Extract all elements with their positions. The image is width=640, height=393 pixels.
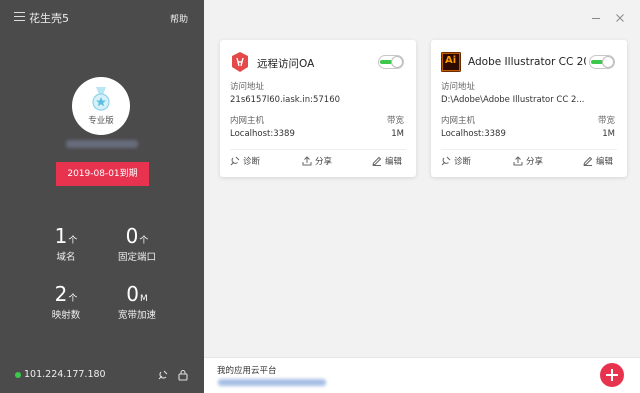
stat-unit: M — [139, 294, 148, 304]
host-label: 内网主机 — [441, 116, 476, 126]
diagnose-icon[interactable] — [157, 369, 169, 381]
edit-label: 编辑 — [596, 157, 614, 167]
stat-unit: 个 — [68, 236, 78, 246]
bandwidth-label: 带宽 — [597, 116, 615, 126]
diagnose-button[interactable]: 诊断 — [230, 155, 260, 167]
stat-value: 2 — [54, 282, 68, 306]
expire-date-button[interactable]: 2019-08-01到期 — [56, 162, 149, 186]
mapping-card[interactable]: 远程访问OA 访问地址 21s6157l60.iask.in:57160 内网主… — [220, 40, 416, 177]
diagnose-icon — [230, 156, 240, 166]
share-icon — [513, 156, 523, 166]
help-link[interactable]: 帮助 — [170, 12, 188, 25]
sidebar-header: 花生壳5 帮助 — [0, 0, 204, 36]
medal-icon — [92, 87, 110, 111]
main-panel: 远程访问OA 访问地址 21s6157l60.iask.in:57160 内网主… — [204, 0, 640, 393]
mapping-toggle[interactable] — [378, 55, 404, 69]
add-mapping-button[interactable] — [600, 363, 624, 387]
stat-label: 域名 — [56, 252, 76, 263]
share-button[interactable]: 分享 — [513, 155, 543, 167]
cloud-platform-label: 我的应用云平台 — [217, 366, 277, 376]
divider — [441, 149, 617, 150]
bandwidth-value: 1M — [391, 129, 404, 139]
divider — [230, 149, 406, 150]
stat-domains[interactable]: 1个 域名 — [31, 224, 101, 263]
share-label: 分享 — [526, 157, 544, 167]
stat-unit: 个 — [68, 294, 78, 304]
card-title: 远程访问OA — [257, 58, 315, 70]
access-label: 访问地址 — [230, 82, 265, 92]
illustrator-app-icon: Ai — [445, 55, 457, 66]
stat-label: 映射数 — [51, 310, 81, 321]
stat-label: 宽带加速 — [117, 310, 156, 321]
app-title: 花生壳5 — [29, 12, 69, 25]
bandwidth-label: 带宽 — [386, 116, 404, 126]
stat-value: 0 — [125, 224, 139, 248]
stat-fixed-ports[interactable]: 0个 固定端口 — [102, 224, 172, 263]
mapping-card[interactable]: Ai Adobe Illustrator CC 201 访问地址 D:\Adob… — [431, 40, 627, 177]
lock-icon[interactable] — [177, 369, 189, 381]
cloud-platform-link-blurred[interactable] — [218, 379, 326, 386]
account-level-label: 专业版 — [88, 116, 114, 126]
bandwidth-value: 1M — [602, 129, 615, 139]
bottom-bar: 我的应用云平台 — [204, 357, 640, 393]
stat-label: 固定端口 — [117, 252, 156, 263]
share-icon — [302, 156, 312, 166]
diagnose-button[interactable]: 诊断 — [441, 155, 471, 167]
diagnose-icon — [441, 156, 451, 166]
host-label: 内网主机 — [230, 116, 265, 126]
hamburger-menu-icon[interactable] — [14, 12, 25, 21]
stat-bandwidth-boost[interactable]: 0M 宽带加速 — [102, 282, 172, 321]
access-label: 访问地址 — [441, 82, 476, 92]
username-blurred — [66, 140, 138, 148]
online-status-icon — [15, 372, 21, 378]
close-icon[interactable] — [614, 12, 626, 24]
edit-button[interactable]: 编辑 — [372, 155, 402, 167]
minimize-icon[interactable] — [590, 12, 602, 24]
edit-icon — [583, 156, 593, 166]
sidebar: 花生壳5 帮助 专业版 2019-08-01到期 1个 域名 0个 固定端口 2… — [0, 0, 204, 393]
avatar[interactable]: 专业版 — [72, 77, 130, 135]
edit-icon — [372, 156, 382, 166]
stat-value: 1 — [54, 224, 68, 248]
card-title: Adobe Illustrator CC 201 — [468, 56, 586, 68]
stat-value: 0 — [126, 282, 139, 306]
edit-button[interactable]: 编辑 — [583, 155, 613, 167]
edit-label: 编辑 — [385, 157, 403, 167]
mapping-toggle[interactable] — [589, 55, 615, 69]
access-address[interactable]: 21s6157l60.iask.in:57160 — [230, 95, 340, 105]
share-label: 分享 — [315, 157, 333, 167]
stat-mappings[interactable]: 2个 映射数 — [31, 282, 101, 321]
diagnose-label: 诊断 — [454, 157, 472, 167]
host-value: Localhost:3389 — [230, 129, 295, 139]
sidebar-footer: 101.224.177.180 — [0, 363, 204, 393]
access-address[interactable]: D:\Adobe\Adobe Illustrator CC 2... — [441, 95, 601, 105]
host-value: Localhost:3389 — [441, 129, 506, 139]
oa-app-icon — [232, 52, 248, 72]
stat-unit: 个 — [139, 236, 149, 246]
share-button[interactable]: 分享 — [302, 155, 332, 167]
diagnose-label: 诊断 — [243, 157, 261, 167]
public-ip: 101.224.177.180 — [24, 369, 106, 380]
